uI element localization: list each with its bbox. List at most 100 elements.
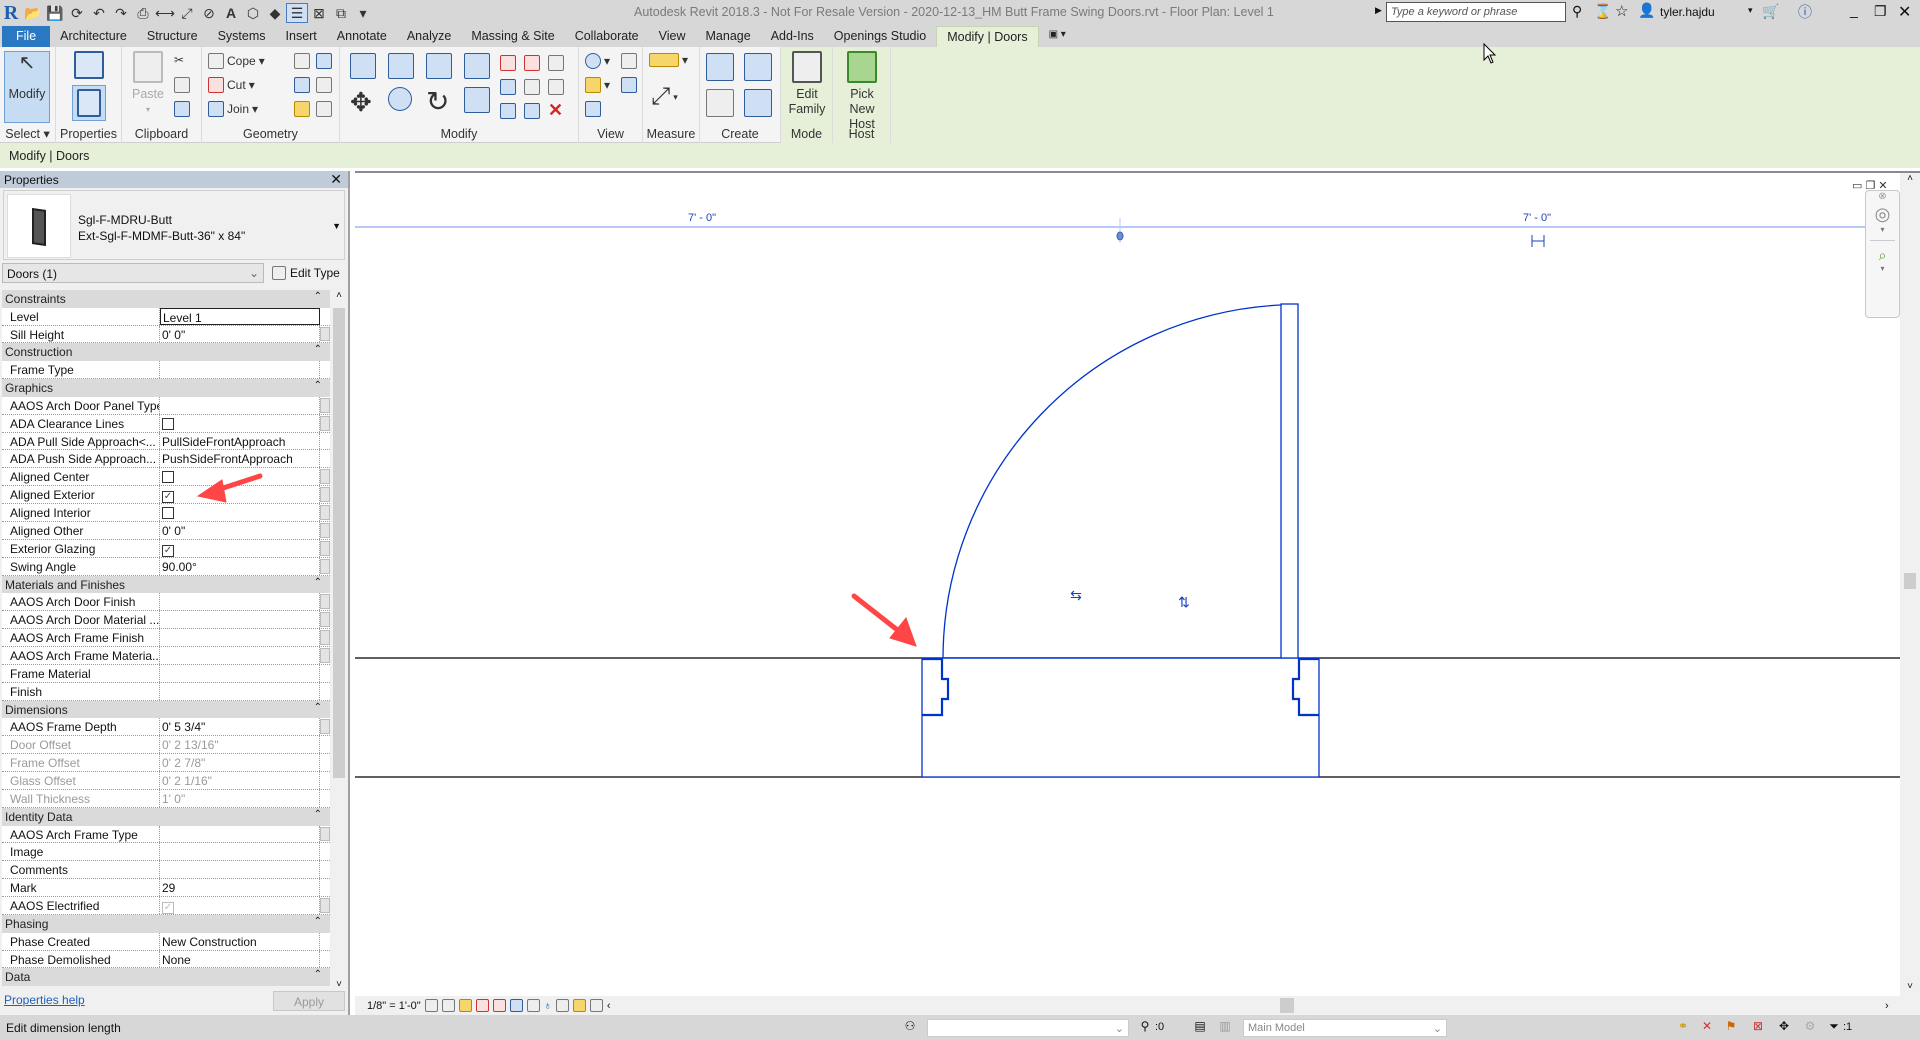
property-value[interactable]: [160, 861, 320, 879]
minimize-icon[interactable]: _: [1850, 2, 1858, 18]
tab-insert[interactable]: Insert: [276, 26, 327, 47]
property-value[interactable]: 0' 0": [160, 325, 320, 343]
exclude-options-icon[interactable]: ▥: [1218, 1019, 1232, 1033]
selection-box-icon[interactable]: [585, 101, 601, 117]
category-data[interactable]: Data ⌃: [2, 968, 330, 987]
worksets-icon[interactable]: ⚇: [903, 1019, 917, 1033]
filter-lines-icon[interactable]: [621, 77, 637, 93]
tab-annotate[interactable]: Annotate: [327, 26, 397, 47]
category-phasing[interactable]: Phasing ⌃: [2, 914, 330, 933]
close-icon[interactable]: ✕: [1898, 2, 1911, 22]
collapse-icon[interactable]: ⌃: [314, 916, 322, 927]
type-properties-button[interactable]: [74, 51, 104, 83]
view-vertical-scrollbar[interactable]: ˄ ˅: [1900, 173, 1920, 1015]
apply-button[interactable]: Apply: [273, 991, 345, 1011]
checkbox[interactable]: [162, 507, 174, 520]
properties-help-link[interactable]: Properties help: [4, 993, 85, 1007]
tab-modify-doors[interactable]: Modify | Doors: [936, 26, 1039, 47]
customize-quick-access-icon[interactable]: ▾: [352, 3, 374, 23]
property-value[interactable]: 0' 0": [160, 521, 320, 539]
binoculars-icon[interactable]: ⚲: [1572, 3, 1582, 20]
wall-joins-icon[interactable]: [294, 53, 310, 69]
scale-icon[interactable]: [524, 79, 540, 95]
tab-manage[interactable]: Manage: [696, 26, 761, 47]
delete-icon[interactable]: ✕: [548, 100, 563, 121]
property-value[interactable]: [160, 843, 320, 861]
property-value[interactable]: [160, 396, 320, 414]
associate-parameter-button[interactable]: [320, 415, 330, 431]
tab-add-ins[interactable]: Add-Ins: [761, 26, 824, 47]
close-hidden-icon[interactable]: ⊠: [308, 3, 330, 23]
design-options-icon[interactable]: ▤: [1193, 1019, 1207, 1033]
vertical-scroll-thumb[interactable]: [1904, 573, 1916, 589]
edit-family-button[interactable]: Edit Family: [785, 51, 829, 117]
property-value[interactable]: 29: [160, 879, 320, 897]
copy-icon[interactable]: [174, 77, 190, 93]
category-materials-and-finishes[interactable]: Materials and Finishes ⌃: [2, 575, 330, 594]
unpin-icon[interactable]: [548, 55, 564, 71]
create-group-icon[interactable]: [706, 89, 734, 117]
sun-path-icon[interactable]: [458, 999, 472, 1012]
floor-plan-view[interactable]: 7' - 0" 7' - 0" ⇆ ⇅ ▭ ❐ ✕ ⊗ ◎ ▾ ⌕ ▾ ˄ ˅ …: [355, 171, 1920, 1015]
associate-parameter-button[interactable]: [320, 630, 330, 645]
associate-parameter-button[interactable]: [320, 540, 330, 556]
redo-icon[interactable]: ↷: [110, 3, 132, 23]
type-dropdown-icon[interactable]: ▼: [332, 221, 341, 231]
flip-hand-icon[interactable]: ⇆: [1070, 587, 1082, 603]
property-value[interactable]: Level 1: [160, 307, 320, 325]
section-icon[interactable]: ◆: [264, 3, 286, 23]
tab-systems[interactable]: Systems: [208, 26, 276, 47]
analytical-model-icon[interactable]: [572, 999, 586, 1012]
associate-parameter-button[interactable]: [320, 522, 330, 538]
revit-logo-icon[interactable]: R: [0, 2, 22, 24]
scroll-down-icon[interactable]: ˅: [1900, 981, 1920, 992]
category-identity-data[interactable]: Identity Data ⌃: [2, 807, 330, 826]
edit-type-button[interactable]: Edit Type: [272, 266, 340, 280]
cut-icon[interactable]: ✂: [174, 53, 184, 67]
select-dropdown[interactable]: Select ▾: [0, 126, 55, 141]
beam-join-icon[interactable]: [294, 77, 310, 93]
category-dimensions[interactable]: Dimensions ⌃: [2, 700, 330, 719]
tab-structure[interactable]: Structure: [137, 26, 208, 47]
instance-filter-dropdown[interactable]: Doors (1) ⌄: [2, 263, 264, 283]
checkbox[interactable]: ✓: [162, 491, 174, 504]
wheel-dropdown-icon[interactable]: ▾: [1866, 225, 1899, 234]
checkbox[interactable]: ✓: [162, 544, 174, 557]
collapse-icon[interactable]: ⌃: [314, 969, 322, 980]
reveal-hidden-icon[interactable]: [555, 999, 569, 1012]
collapse-icon[interactable]: ⌃: [314, 344, 322, 355]
drag-on-selection-icon[interactable]: ✥: [1777, 1019, 1791, 1033]
property-value[interactable]: [160, 629, 320, 646]
property-value[interactable]: 0' 5 3/4": [160, 718, 320, 736]
create-similar-icon[interactable]: [744, 89, 772, 117]
tab-collaborate[interactable]: Collaborate: [565, 26, 649, 47]
modify-button[interactable]: ↖ Modify: [4, 51, 50, 123]
associate-parameter-button[interactable]: [320, 719, 330, 735]
show-crop-icon[interactable]: [509, 999, 523, 1012]
drawing-canvas[interactable]: 7' - 0" 7' - 0" ⇆ ⇅: [355, 173, 1900, 996]
horizontal-scroll-thumb[interactable]: [1280, 998, 1294, 1013]
create-parts-icon[interactable]: [744, 53, 772, 81]
aligned-dimension-tool-icon[interactable]: ⤢ ▾: [651, 83, 678, 111]
thin-lines-icon[interactable]: ☰: [286, 3, 308, 23]
property-value[interactable]: [160, 611, 320, 629]
dimension-drag-icon[interactable]: [1531, 235, 1545, 247]
property-value[interactable]: PushSideFrontApproach: [160, 450, 320, 468]
text-icon[interactable]: A: [220, 3, 242, 23]
paint-icon[interactable]: [316, 77, 332, 93]
tab-analyze[interactable]: Analyze: [397, 26, 461, 47]
open-icon[interactable]: 📂: [22, 3, 44, 23]
expand-search-icon[interactable]: ▶: [1375, 5, 1382, 16]
flip-facing-icon[interactable]: ⇅: [1178, 594, 1190, 610]
properties-toggle-button[interactable]: [72, 85, 106, 121]
switch-windows-icon[interactable]: ⧉: [330, 3, 352, 23]
design-option-dropdown[interactable]: Main Model ⌄: [1243, 1019, 1447, 1037]
join-button[interactable]: Join ▾: [208, 101, 258, 117]
dimension-text-left[interactable]: 7' - 0": [688, 212, 716, 224]
category-construction[interactable]: Construction ⌃: [2, 343, 330, 362]
associate-parameter-button[interactable]: [320, 326, 330, 342]
tab-massing-site[interactable]: Massing & Site: [461, 26, 564, 47]
property-value[interactable]: [160, 647, 320, 664]
undo-icon[interactable]: ↶: [88, 3, 110, 23]
split-face-icon[interactable]: [316, 53, 332, 69]
